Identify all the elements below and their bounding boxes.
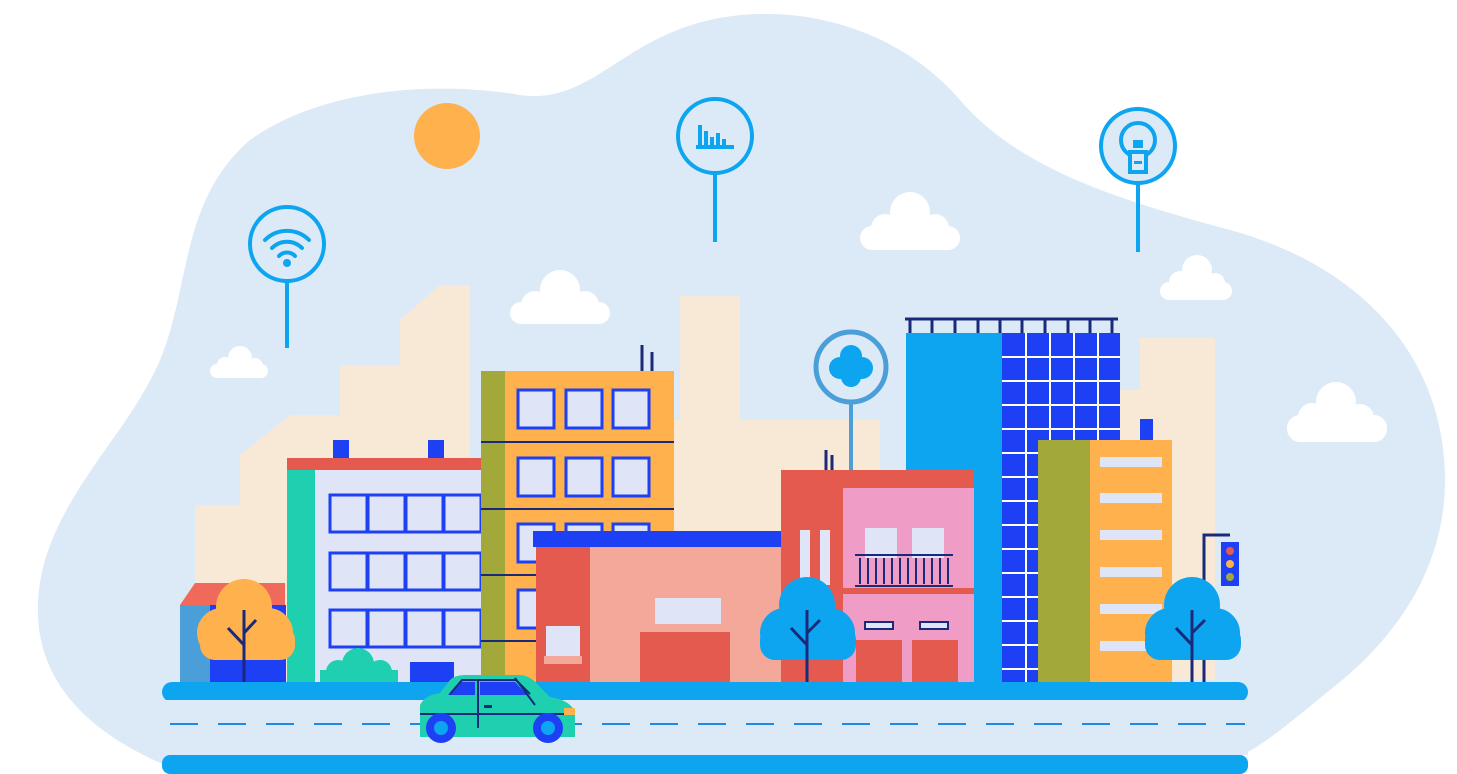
salmon-shop [533,531,799,683]
road [162,682,1248,774]
office-building-white [287,440,487,683]
sun [414,103,480,169]
smart-city-illustration [37,13,1446,774]
